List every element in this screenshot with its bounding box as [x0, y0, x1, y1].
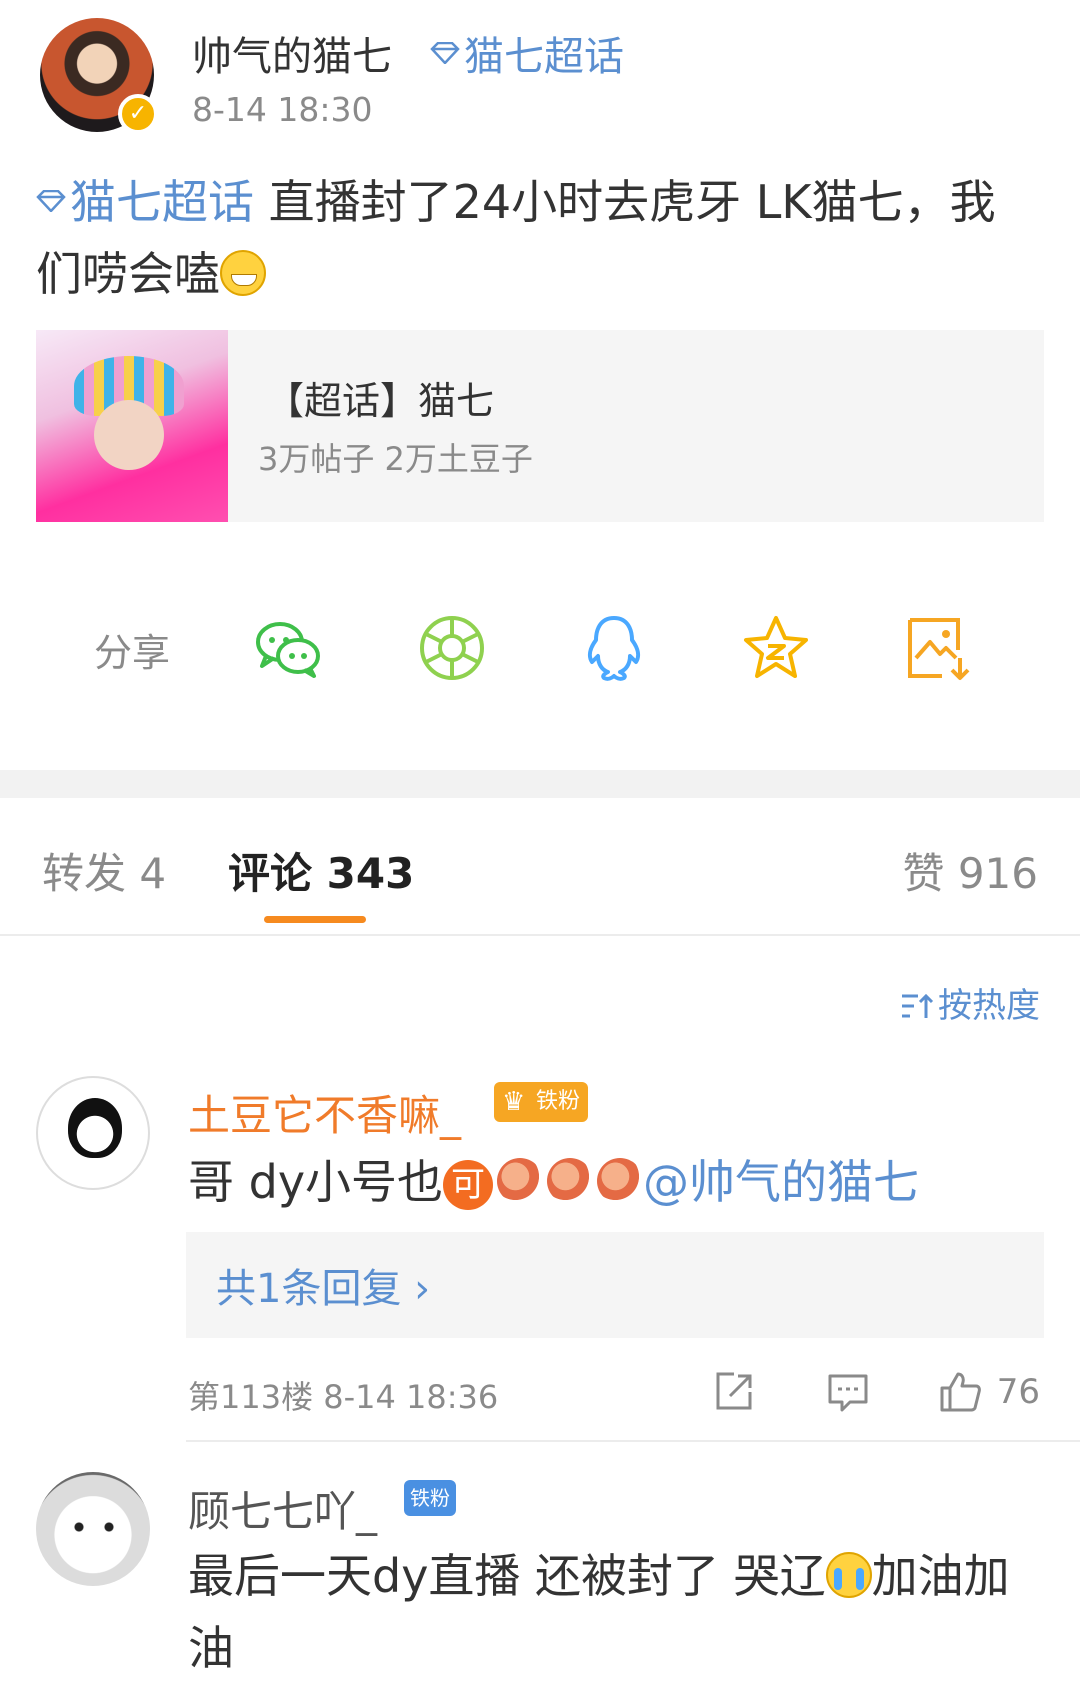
face-graphic — [94, 400, 164, 470]
fan-badge: 铁粉 — [494, 1082, 588, 1122]
supertopic-title: 【超话】猫七 — [266, 379, 495, 423]
grin-emoji-icon — [220, 250, 266, 296]
commenter-avatar[interactable] — [36, 1472, 150, 1586]
shrimp-emoji-icon — [497, 1158, 544, 1204]
section-separator — [0, 770, 1080, 798]
sort-toggle[interactable]: 按热度 — [900, 978, 1040, 1027]
qzone-icon[interactable] — [740, 612, 812, 684]
qq-icon[interactable] — [578, 612, 650, 684]
supertopic-tag[interactable]: 猫七超话 — [430, 24, 624, 82]
like-icon[interactable] — [938, 1370, 982, 1414]
post-topic-link[interactable]: 猫七超话 — [36, 175, 254, 229]
crying-emoji-icon — [825, 1552, 872, 1598]
save-image-icon[interactable] — [902, 612, 974, 684]
comment-icon[interactable] — [826, 1370, 870, 1414]
moments-icon[interactable] — [416, 612, 488, 684]
supertopic-stats: 3万帖子 2万土豆子 — [258, 440, 533, 478]
comment-divider — [186, 1440, 1080, 1442]
supertopic-card[interactable]: 【超话】猫七 3万帖子 2万土豆子 — [36, 330, 1044, 522]
share-label: 分享 — [94, 631, 171, 675]
reply-summary-text: 共1条回复 › — [216, 1266, 431, 1312]
mention-link[interactable]: @帅气的猫七 — [643, 1155, 919, 1209]
reply-summary-box[interactable]: 共1条回复 › — [186, 1232, 1044, 1338]
post-topic-label: 猫七超话 — [70, 175, 254, 229]
post-body: 猫七超话 直播封了24小时去虎牙 LK猫七，我们唠会嗑 — [36, 166, 1036, 310]
author-name[interactable]: 帅气的猫七 — [192, 24, 392, 82]
post-time: 8-14 18:30 — [192, 90, 373, 129]
commenter-avatar[interactable] — [36, 1076, 150, 1190]
verified-badge-icon: ✓ — [118, 94, 158, 134]
tabs-divider — [0, 934, 1080, 936]
comment-text: 最后一天dy直播 还被封了 哭辽 加油加油 — [188, 1540, 1048, 1684]
comment-like-count: 76 — [996, 1372, 1040, 1412]
repost-icon[interactable] — [712, 1370, 756, 1414]
commenter-name[interactable]: 顾七七吖_ — [188, 1478, 377, 1539]
shrimp-emoji-icon — [597, 1158, 644, 1204]
tab-comments[interactable]: 评论 343 — [228, 840, 414, 901]
wechat-icon[interactable] — [252, 612, 324, 684]
comment-meta: 第113楼 8-14 18:36 — [188, 1378, 499, 1416]
cartoon-face-graphic — [68, 1098, 122, 1158]
commenter-name[interactable]: 土豆它不香嘛_ — [188, 1082, 461, 1143]
active-tab-indicator — [264, 916, 366, 923]
comment-text: 哥 dy小号也可 @帅气的猫七 — [188, 1146, 919, 1212]
tab-reposts[interactable]: 转发 4 — [42, 840, 166, 901]
comment-body: 最后一天dy直播 还被封了 哭辽 — [188, 1549, 826, 1603]
shrimp-emoji-icon — [547, 1158, 594, 1204]
diamond-icon — [430, 42, 460, 64]
dog-photo-graphic — [74, 1522, 114, 1532]
comment-body: 哥 dy小号也 — [188, 1155, 444, 1209]
diamond-icon — [36, 190, 66, 212]
tab-likes[interactable]: 赞 916 — [902, 840, 1038, 901]
ke-emoji-icon: 可 — [443, 1160, 494, 1210]
sort-icon — [902, 993, 934, 1018]
supertopic-thumbnail — [36, 330, 228, 522]
sort-label: 按热度 — [938, 986, 1040, 1026]
fan-badge: 铁粉 — [404, 1480, 456, 1516]
supertopic-tag-label: 猫七超话 — [464, 34, 624, 80]
